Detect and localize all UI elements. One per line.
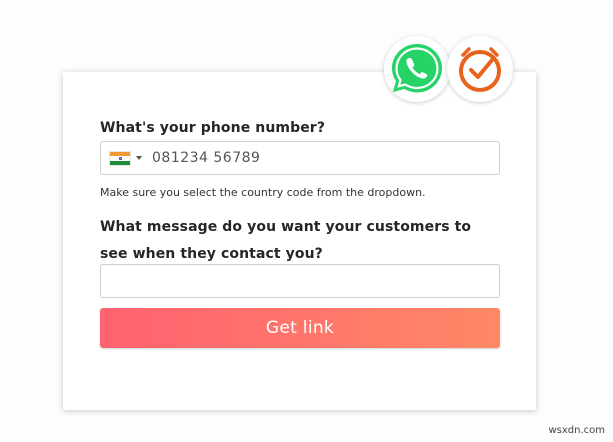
get-link-form-card: What's your phone number? Make sure you … xyxy=(63,72,536,410)
phone-number-label: What's your phone number? xyxy=(100,120,326,136)
clock-logo xyxy=(447,36,513,102)
country-code-hint: Make sure you select the country code fr… xyxy=(100,186,426,199)
watermark: wsxdn.com xyxy=(548,425,605,436)
get-link-button[interactable]: Get link xyxy=(100,308,500,348)
message-label: What message do you want your customers … xyxy=(100,219,472,262)
whatsapp-logo xyxy=(384,36,450,102)
message-input[interactable] xyxy=(100,264,500,298)
clock-icon xyxy=(459,47,501,92)
phone-number-input[interactable] xyxy=(152,142,482,174)
phone-number-field[interactable] xyxy=(100,141,500,175)
whatsapp-icon xyxy=(392,44,442,93)
country-dropdown-caret-icon[interactable] xyxy=(136,156,142,160)
india-flag-icon[interactable] xyxy=(110,152,130,165)
